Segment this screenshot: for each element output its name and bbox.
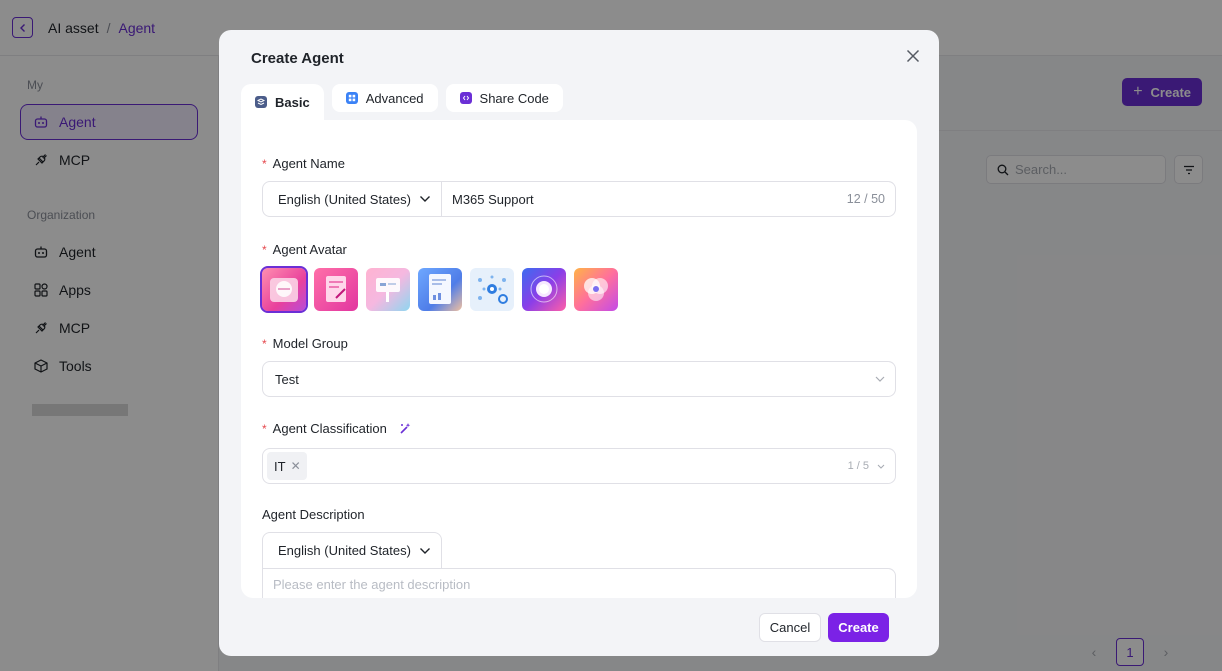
classification-meta: 1 / 5 xyxy=(848,460,885,472)
chevron-down-icon xyxy=(875,376,885,382)
agent-name-field: English (United States) M365 Support 12 … xyxy=(262,181,896,217)
agent-description-language-select[interactable]: English (United States) xyxy=(262,532,442,568)
orb-avatar-icon xyxy=(530,275,558,303)
model-group-select[interactable]: Test xyxy=(262,361,896,397)
tab-basic[interactable]: Basic xyxy=(241,84,324,120)
tab-label: Share Code xyxy=(479,90,549,106)
agent-name-input[interactable]: M365 Support xyxy=(442,192,847,207)
required-mark: * xyxy=(262,242,267,257)
avatar-option-5[interactable] xyxy=(470,268,514,311)
report-avatar-icon xyxy=(429,274,451,304)
chevron-down-icon xyxy=(877,464,885,469)
avatar-option-3[interactable] xyxy=(366,268,410,311)
tab-advanced[interactable]: Advanced xyxy=(331,84,438,112)
create-agent-modal: Create Agent Basic Advanced Share Code *… xyxy=(219,30,939,656)
agent-name-counter: 12 / 50 xyxy=(846,192,885,206)
agent-name-label: * Agent Name xyxy=(262,156,345,171)
avatar-option-1[interactable] xyxy=(260,266,308,313)
modal-title: Create Agent xyxy=(251,50,344,67)
create-button[interactable]: Create xyxy=(828,613,889,642)
agent-name-language-select[interactable]: English (United States) xyxy=(263,182,442,216)
agent-name-language: English (United States) xyxy=(278,191,411,207)
document-pen-avatar-icon xyxy=(326,276,346,302)
close-icon[interactable] xyxy=(905,48,921,64)
required-mark: * xyxy=(262,421,267,436)
agent-classification-select[interactable]: IT ✕ 1 / 5 xyxy=(262,448,896,484)
tab-share-code[interactable]: Share Code xyxy=(445,84,563,112)
agent-classification-label: * Agent Classification xyxy=(262,421,412,436)
avatar-option-4[interactable] xyxy=(418,268,462,311)
avatar-option-7[interactable] xyxy=(574,268,618,311)
avatar-option-6[interactable] xyxy=(522,268,566,311)
code-icon xyxy=(459,92,472,104)
agent-description-language: English (United States) xyxy=(278,543,411,558)
model-group-value: Test xyxy=(275,371,299,387)
agent-description-textarea[interactable]: Please enter the agent description xyxy=(262,568,896,598)
chevron-down-icon xyxy=(419,547,430,554)
agent-avatar-label: * Agent Avatar xyxy=(262,242,347,257)
tab-label: Advanced xyxy=(365,90,424,106)
agent-description-label-text: Agent Description xyxy=(262,507,365,522)
avatar-option-2[interactable] xyxy=(314,268,358,311)
cancel-button[interactable]: Cancel xyxy=(759,613,821,642)
modal-tabs: Basic Advanced Share Code xyxy=(241,84,563,120)
card-avatar-icon xyxy=(270,278,298,302)
tag-remove-icon[interactable]: ✕ xyxy=(291,459,301,473)
model-group-label-text: Model Group xyxy=(272,336,348,351)
grid-icon xyxy=(345,92,358,104)
chevron-down-icon xyxy=(419,196,430,202)
tab-label: Basic xyxy=(275,94,310,110)
signboard-avatar-icon xyxy=(376,278,400,302)
classification-tag: IT ✕ xyxy=(267,452,307,480)
avatar-picker xyxy=(260,266,618,313)
model-group-label: * Model Group xyxy=(262,336,348,351)
agent-avatar-label-text: Agent Avatar xyxy=(272,242,347,257)
magic-wand-icon[interactable] xyxy=(399,422,412,435)
agent-description-label: Agent Description xyxy=(262,507,365,522)
classification-tag-label: IT xyxy=(274,458,286,474)
nodes-avatar-icon xyxy=(478,275,508,304)
agent-description-placeholder: Please enter the agent description xyxy=(273,577,471,592)
layers-icon xyxy=(255,96,267,108)
agent-classification-label-text: Agent Classification xyxy=(272,421,387,436)
bubbles-avatar-icon xyxy=(584,278,608,301)
required-mark: * xyxy=(262,156,267,171)
agent-name-label-text: Agent Name xyxy=(272,156,345,171)
basic-panel: * Agent Name English (United States) M36… xyxy=(241,120,917,598)
required-mark: * xyxy=(262,336,267,351)
classification-counter: 1 / 5 xyxy=(847,460,869,472)
